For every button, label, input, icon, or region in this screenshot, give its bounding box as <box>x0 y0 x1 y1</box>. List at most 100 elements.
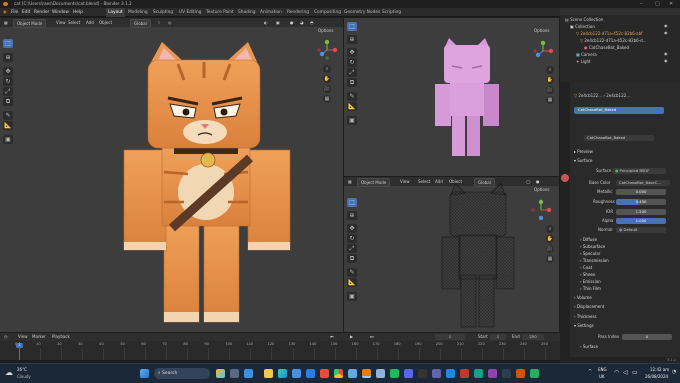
navigation-gizmo[interactable] <box>530 199 552 221</box>
mail-icon[interactable] <box>306 369 315 378</box>
xray-icon[interactable]: ▣ <box>276 18 280 27</box>
material-slot-list[interactable]: CatChaseBot_Baked <box>574 107 664 114</box>
cursor-tool-icon[interactable]: ⊕ <box>347 211 357 220</box>
outliner-item-material[interactable]: ● CatChaseBot_Baked <box>584 44 629 51</box>
main-3d-viewport[interactable]: ▦ Object Mode View Select Add Object Glo… <box>0 18 343 332</box>
transform-tool-icon[interactable]: ⧉ <box>3 97 13 106</box>
move-tool-icon[interactable]: ✥ <box>347 224 357 233</box>
subpanel-diffuse[interactable]: › Diffuse <box>580 236 597 243</box>
metallic-field[interactable]: 0.000 <box>616 189 666 195</box>
battery-icon[interactable]: ▭ <box>632 369 638 376</box>
frame-ruler[interactable]: 0102030405060708090100110120130140150160… <box>0 342 560 360</box>
measure-tool-icon[interactable]: 📐 <box>3 121 13 130</box>
shading-rendered-icon[interactable]: ◓ <box>310 18 314 27</box>
select-box-tool-icon[interactable]: ⬚ <box>347 22 357 31</box>
subpanel-emission[interactable]: › Emission <box>580 278 601 285</box>
menu-select[interactable]: Select <box>418 177 430 186</box>
discord-icon[interactable] <box>404 369 413 378</box>
zoom-icon[interactable]: ⌕ <box>546 225 554 233</box>
camera-view-icon[interactable]: 🎥 <box>546 245 554 253</box>
outliner-item-scene-collection[interactable]: ▤ Scene Collection <box>565 16 603 23</box>
outliner-item-camera[interactable]: ■ Camera <box>576 51 597 58</box>
annotate-tool-icon[interactable]: ✎ <box>347 92 357 101</box>
jump-end-icon[interactable]: ⏭ <box>370 333 374 341</box>
spotify-icon[interactable] <box>390 369 399 378</box>
notepad-icon[interactable] <box>376 369 385 378</box>
pan-hand-icon[interactable]: ✋ <box>546 235 554 243</box>
transform-tool-icon[interactable]: ⧉ <box>347 78 357 87</box>
rotate-tool-icon[interactable]: ↻ <box>347 58 357 67</box>
mode-dropdown[interactable]: Object Mode <box>357 178 391 187</box>
wireframe-cat-model[interactable] <box>439 183 519 329</box>
start-windows-icon[interactable] <box>140 369 149 378</box>
overlay-icon[interactable]: ◐ <box>264 18 268 27</box>
notification-bell-icon[interactable]: ◔ <box>672 369 676 375</box>
section-preview[interactable]: ▸ Preview <box>574 148 593 155</box>
options-button[interactable]: Options <box>534 28 549 33</box>
transform-orientation-dropdown[interactable]: Global <box>130 19 151 28</box>
weather-desc[interactable]: Cloudy <box>17 374 31 379</box>
wifi-icon[interactable]: ◠ <box>614 369 619 376</box>
section-surface[interactable]: ▾ Surface <box>574 157 593 164</box>
outliner-item-mesh-2[interactable]: ▽ 2e4cb122-d71a-452c-82b6-d... <box>580 37 647 44</box>
store-icon[interactable] <box>292 369 301 378</box>
tab-layout[interactable]: Layout <box>106 8 125 17</box>
options-button[interactable]: Options <box>318 28 333 33</box>
menu-add[interactable]: Add <box>86 18 94 27</box>
roughness-field[interactable]: 0.450 <box>616 199 666 205</box>
base-color-field[interactable]: CatChaseBot_BaseC... <box>616 180 670 186</box>
transform-tool-icon[interactable]: ⧉ <box>347 254 357 263</box>
end-frame-field[interactable]: 250 <box>522 334 544 340</box>
select-box-tool-icon[interactable]: ⬚ <box>347 198 357 207</box>
navigation-gizmo[interactable] <box>316 39 338 61</box>
subpanel-transmission[interactable]: › Transmission <box>580 257 609 264</box>
tab-animation[interactable]: Animation <box>260 8 282 17</box>
photos-icon[interactable] <box>348 369 357 378</box>
tab-scripting[interactable]: Scripting <box>382 8 401 17</box>
rotate-tool-icon[interactable]: ↻ <box>347 234 357 243</box>
options-button[interactable]: Options <box>534 187 549 192</box>
menu-window[interactable]: Window <box>52 8 69 17</box>
material-tab-icon[interactable] <box>561 174 569 182</box>
scale-tool-icon[interactable]: ⤢ <box>3 87 13 96</box>
shading-wire-icon[interactable]: ◯ <box>526 177 530 186</box>
search-box[interactable]: ⌕ Search <box>154 368 210 379</box>
visibility-eye-icon[interactable]: ◉ <box>664 30 668 35</box>
add-cube-tool-icon[interactable]: ▣ <box>3 135 13 144</box>
tab-sculpting[interactable]: Sculpting <box>153 8 173 17</box>
playhead-frame-badge[interactable]: 1 <box>16 343 23 348</box>
subpanel-sheen[interactable]: › Sheen <box>580 271 595 278</box>
chrome-icon[interactable] <box>334 369 343 378</box>
measure-tool-icon[interactable]: 📐 <box>347 102 357 111</box>
maximize-icon[interactable]: ▢ <box>655 0 660 8</box>
menu-object[interactable]: Object <box>99 18 112 27</box>
app-icon[interactable] <box>460 369 469 378</box>
move-tool-icon[interactable]: ✥ <box>347 48 357 57</box>
shading-material-icon[interactable]: ◕ <box>300 18 304 27</box>
editor-type-icon[interactable]: ◷ <box>4 333 8 341</box>
subpanel-specular[interactable]: › Specular <box>580 250 600 257</box>
menu-help[interactable]: Help <box>73 8 83 17</box>
mode-dropdown[interactable]: Object Mode <box>13 19 47 28</box>
ortho-toggle-icon[interactable]: ▦ <box>546 96 554 104</box>
proportional-edit-icon[interactable]: ◎ <box>168 18 172 27</box>
camera-view-icon[interactable]: 🎥 <box>323 85 331 93</box>
pass-index-field[interactable]: 0 <box>622 334 672 340</box>
zoom-icon[interactable]: ⌕ <box>546 66 554 74</box>
menu-view[interactable]: View <box>56 18 66 27</box>
subpanel-settings-surface[interactable]: › Surface <box>580 343 598 350</box>
tab-compositing[interactable]: Compositing <box>314 8 341 17</box>
annotate-tool-icon[interactable]: ✎ <box>347 268 357 277</box>
jump-start-icon[interactable]: ⏮ <box>330 333 334 341</box>
timeline-menu-view[interactable]: View <box>18 333 28 341</box>
bottom-right-3d-viewport[interactable]: ▦ Object Mode View Select Add Object Glo… <box>344 177 559 332</box>
tab-shading[interactable]: Shading <box>238 8 255 17</box>
weather-temp[interactable]: 26°C <box>17 367 27 372</box>
section-thickness[interactable]: › Thickness <box>574 313 597 320</box>
copilot-icon[interactable] <box>216 369 225 378</box>
add-cube-tool-icon[interactable]: ▣ <box>347 116 357 125</box>
keyboard-layout[interactable]: UK <box>599 374 605 379</box>
zoom-icon[interactable]: ⌕ <box>323 65 331 73</box>
blender-taskbar-icon[interactable] <box>362 369 371 378</box>
outliner-item-mesh-1[interactable]: ▽ 2e4cb122-d71a-452c-82b6-abf <box>576 30 643 37</box>
